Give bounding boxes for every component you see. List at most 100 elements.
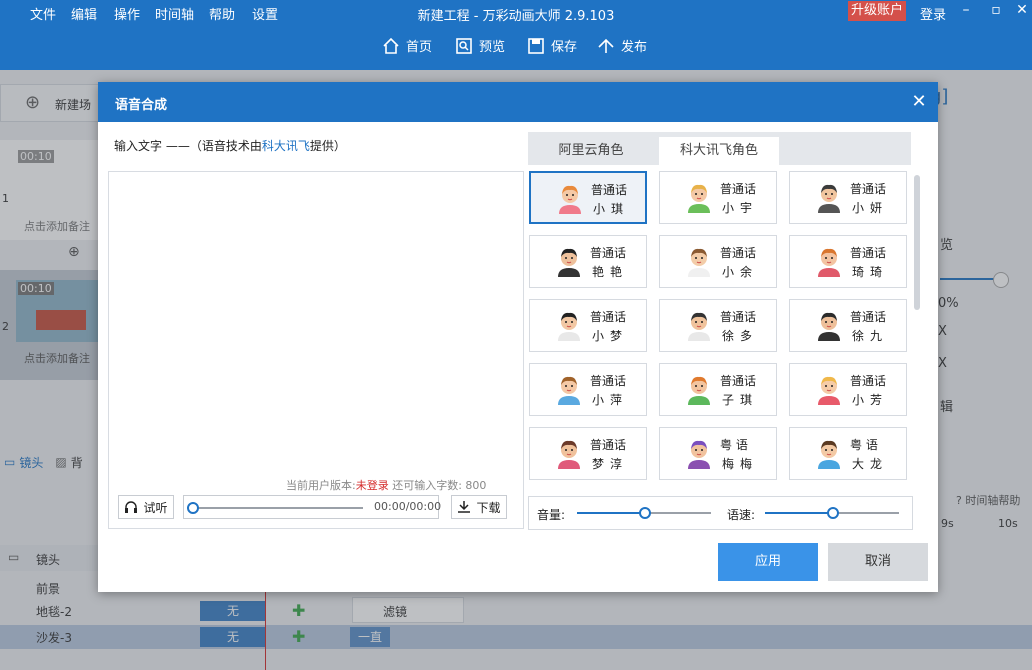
volume-knob[interactable] xyxy=(639,507,651,519)
avatar-icon xyxy=(558,248,580,277)
cancel-button[interactable]: 取消 xyxy=(828,543,928,581)
voice-language: 普通话 xyxy=(720,310,757,324)
save-button[interactable]: 保存 xyxy=(527,36,577,55)
voice-name: 小琪 xyxy=(593,202,630,216)
minimize-icon[interactable]: – xyxy=(956,2,976,18)
avatar-icon xyxy=(688,184,710,213)
avatar-icon xyxy=(558,312,580,341)
avatar-icon xyxy=(558,376,580,405)
volume-label: 音量: xyxy=(537,508,566,522)
voice-name: 子琪 xyxy=(722,393,759,407)
listen-button[interactable]: 试听 xyxy=(118,495,174,519)
tab-iflytek[interactable]: 科大讯飞角色 xyxy=(659,137,779,165)
voice-card[interactable]: 普通话 小梦 xyxy=(529,299,647,352)
voice-card[interactable]: 普通话 艳艳 xyxy=(529,235,647,288)
audio-progress[interactable]: 00:00/00:00 xyxy=(183,495,441,519)
audio-knob[interactable] xyxy=(187,502,199,514)
volume-fill xyxy=(577,512,644,514)
voice-language: 粤 语 xyxy=(720,438,748,452)
input-label-prefix: 输入文字 ——（语音技术由 xyxy=(114,139,262,153)
maximize-icon[interactable]: ▫ xyxy=(986,2,1006,18)
status-suffix: 还可输入字数: 800 xyxy=(388,479,487,492)
status-line: 当前用户版本:未登录 还可输入字数: 800 xyxy=(286,477,486,493)
preview-label: 预览 xyxy=(479,40,506,55)
voice-card[interactable]: 普通话 小宇 xyxy=(659,171,777,224)
status-login-link[interactable]: 未登录 xyxy=(356,479,389,492)
save-icon xyxy=(528,37,544,54)
voice-name: 小余 xyxy=(722,265,759,279)
text-input[interactable] xyxy=(108,171,524,529)
apply-button[interactable]: 应用 xyxy=(718,543,818,581)
voice-language: 普通话 xyxy=(720,246,757,260)
voice-card[interactable]: 普通话 小妍 xyxy=(789,171,907,224)
avatar-icon xyxy=(818,376,840,405)
status-prefix: 当前用户版本: xyxy=(286,479,356,492)
close-icon[interactable]: ✕ xyxy=(908,91,930,113)
download-label: 下载 xyxy=(476,500,501,515)
avatar-icon xyxy=(558,440,580,469)
voice-provider-tabs: 阿里云角色 科大讯飞角色 xyxy=(528,132,911,165)
publish-label: 发布 xyxy=(621,40,648,55)
speed-knob[interactable] xyxy=(827,507,839,519)
voice-card[interactable]: 普通话 子琪 xyxy=(659,363,777,416)
voice-language: 普通话 xyxy=(590,310,627,324)
voice-card[interactable]: 粤 语梅梅 xyxy=(659,427,777,480)
dialog-header: 语音合成 ✕ xyxy=(98,82,938,122)
voice-language: 普通话 xyxy=(720,182,757,196)
voice-card[interactable]: 普通话 徐多 xyxy=(659,299,777,352)
tab-aliyun[interactable]: 阿里云角色 xyxy=(528,137,654,165)
speed-label: 语速: xyxy=(727,508,756,522)
voice-card[interactable]: 普通话 小琪 xyxy=(529,171,647,224)
voice-language: 普通话 xyxy=(590,374,627,388)
voice-card[interactable]: 普通话 琦琦 xyxy=(789,235,907,288)
listen-label: 试听 xyxy=(143,500,168,515)
home-button[interactable]: 首页 xyxy=(382,36,432,55)
voice-name: 小梦 xyxy=(592,329,629,343)
publish-button[interactable]: 发布 xyxy=(597,36,647,55)
headphones-icon xyxy=(125,501,138,513)
voice-card[interactable]: 普通话 小萍 xyxy=(529,363,647,416)
voice-card[interactable]: 普通话 小芳 xyxy=(789,363,907,416)
voice-name: 徐多 xyxy=(722,329,759,343)
voice-language: 普通话 xyxy=(850,310,887,324)
voice-language: 普通话 xyxy=(850,374,887,388)
home-icon xyxy=(383,37,399,54)
preview-button[interactable]: 预览 xyxy=(455,36,505,55)
download-icon xyxy=(458,501,471,513)
upgrade-button[interactable]: 升级账户 xyxy=(848,1,906,21)
iflytek-link[interactable]: 科大讯飞 xyxy=(262,139,310,153)
avatar-icon xyxy=(688,248,710,277)
voice-name: 小萍 xyxy=(592,393,629,407)
voice-language: 普通话 xyxy=(590,438,627,452)
voice-name: 琦琦 xyxy=(852,265,889,279)
voice-scrollbar[interactable] xyxy=(914,175,920,310)
voice-name: 梅梅 xyxy=(722,457,759,471)
audio-track[interactable] xyxy=(191,507,363,509)
input-label-suffix: 提供） xyxy=(309,139,346,153)
voice-name: 徐九 xyxy=(852,329,889,343)
voice-name: 大龙 xyxy=(852,457,889,471)
voice-name: 艳艳 xyxy=(592,265,629,279)
avatar-icon xyxy=(688,440,710,469)
login-link[interactable]: 登录 xyxy=(920,4,946,23)
voice-card[interactable]: 普通话 徐九 xyxy=(789,299,907,352)
avatar-icon xyxy=(818,440,840,469)
voice-language: 粤 语 xyxy=(850,438,878,452)
speed-fill xyxy=(765,512,832,514)
voice-name: 小妍 xyxy=(852,201,889,215)
close-window-icon[interactable]: ✕ xyxy=(1012,2,1032,18)
speech-synthesis-dialog: 语音合成 ✕ 输入文字 ——（语音技术由科大讯飞提供） 当前用户版本:未登录 还… xyxy=(98,82,938,592)
download-button[interactable]: 下载 xyxy=(451,495,507,519)
voice-card[interactable]: 普通话 小余 xyxy=(659,235,777,288)
voice-language: 普通话 xyxy=(850,246,887,260)
avatar-icon xyxy=(818,184,840,213)
voice-card[interactable]: 粤 语大龙 xyxy=(789,427,907,480)
voice-language: 普通话 xyxy=(850,182,887,196)
voice-card[interactable]: 普通话 梦淳 xyxy=(529,427,647,480)
publish-icon xyxy=(598,38,614,53)
voice-name: 小芳 xyxy=(852,393,889,407)
title-bar: 文件 编辑 操作 时间轴 帮助 设置 新建工程 - 万彩动画大师 2.9.103… xyxy=(0,0,1032,70)
voice-language: 普通话 xyxy=(590,246,627,260)
preview-icon xyxy=(456,37,472,54)
voice-name: 梦淳 xyxy=(592,457,629,471)
